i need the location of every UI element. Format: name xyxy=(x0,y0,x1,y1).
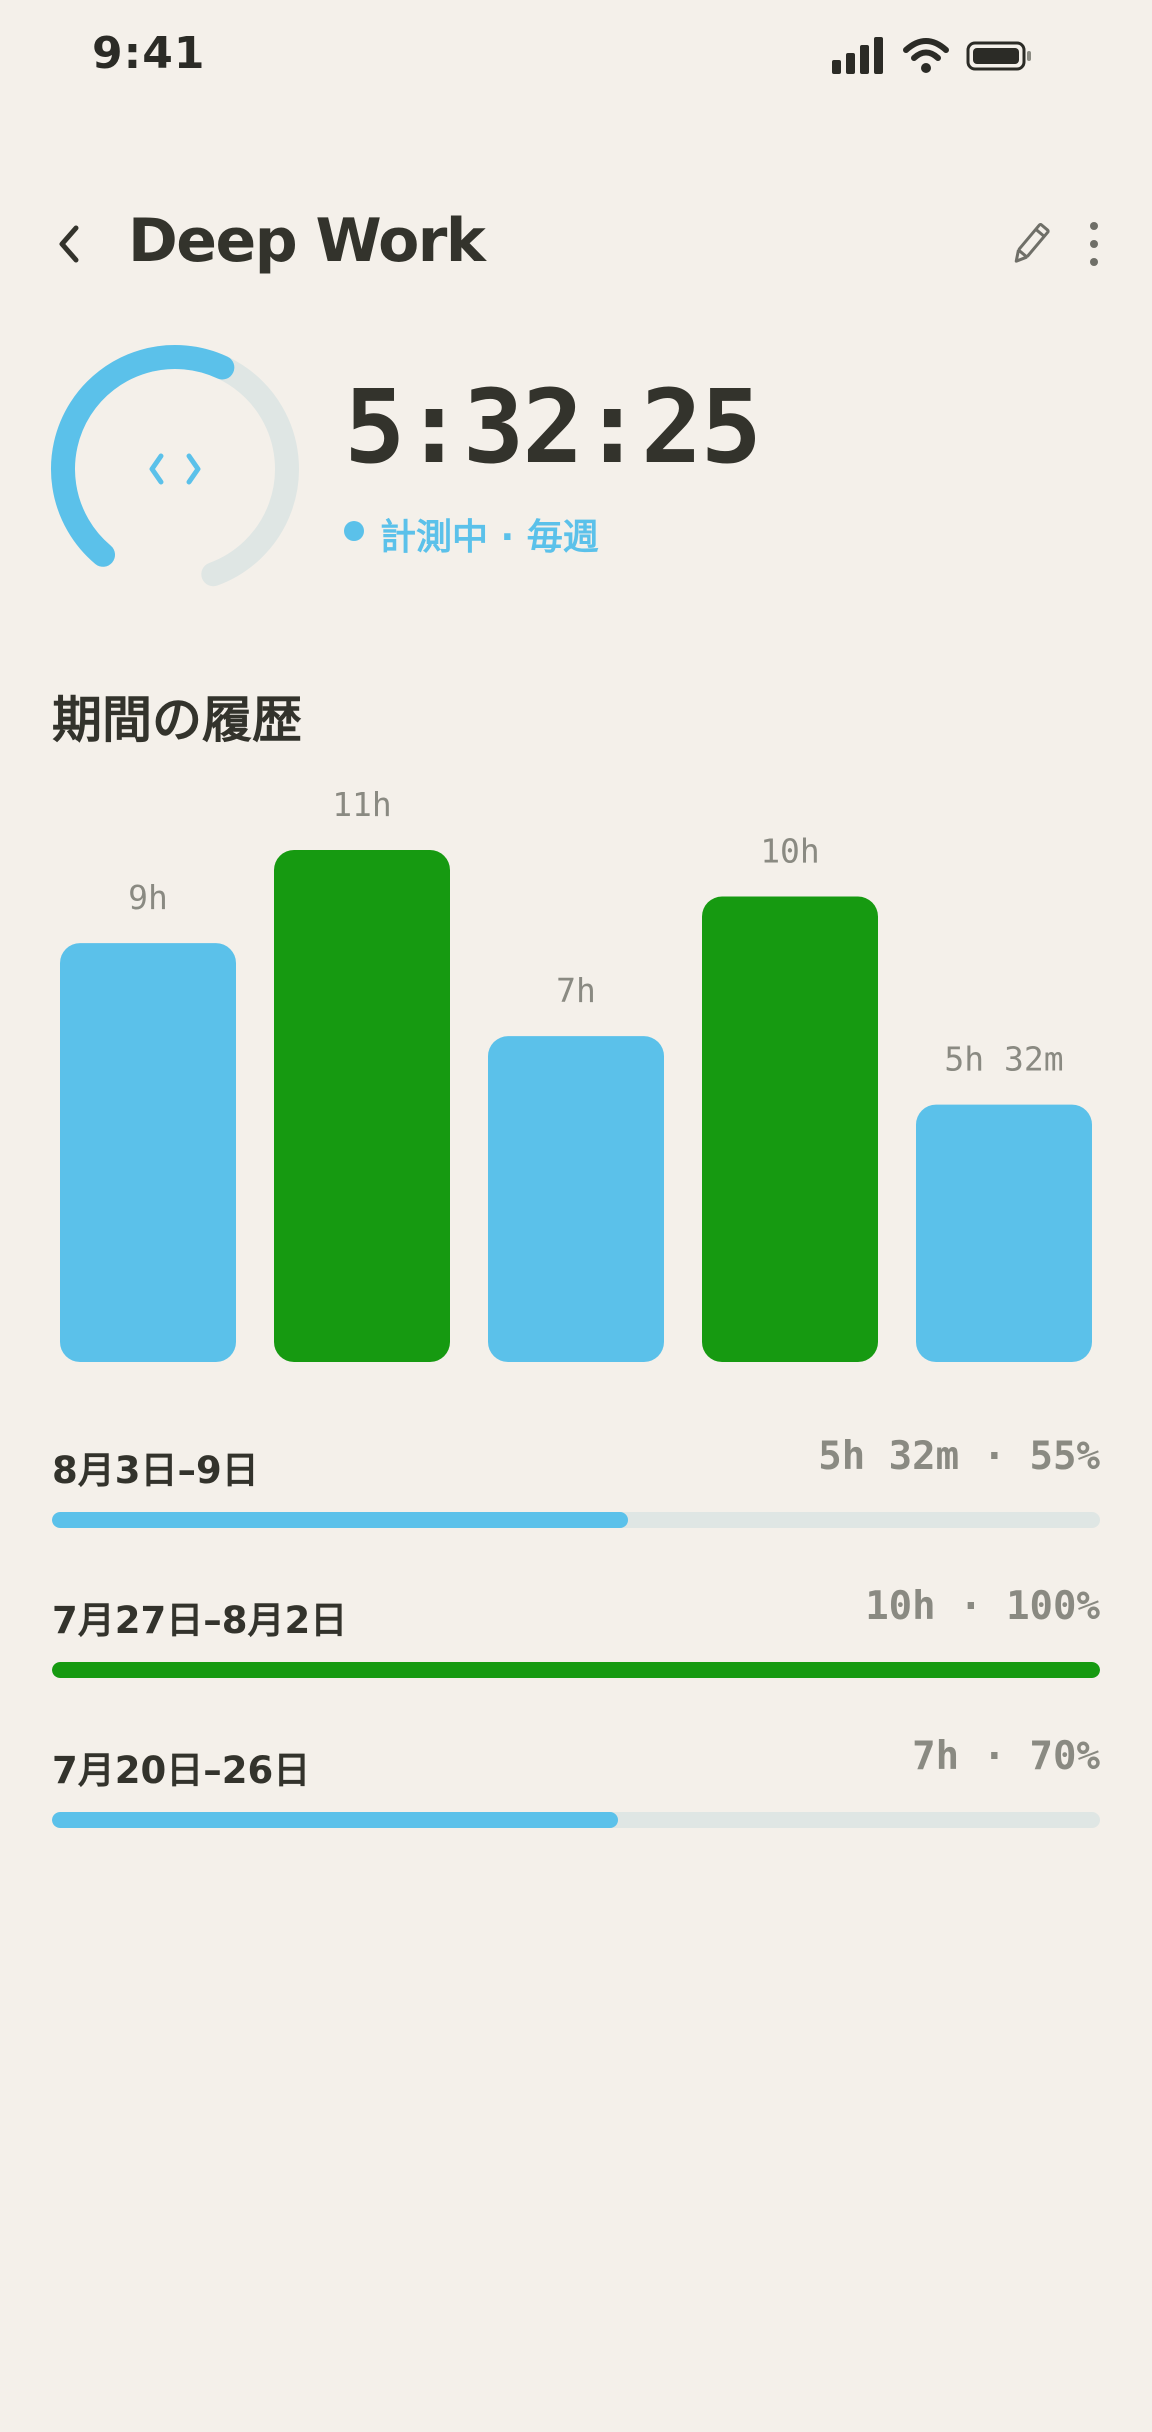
progress-ring-fill xyxy=(51,345,235,567)
more-button[interactable] xyxy=(1076,214,1112,274)
signal-icon xyxy=(832,37,883,74)
period-value: 7h · 70% xyxy=(912,1734,1100,1779)
bar-value-label: 5h 32m xyxy=(944,1040,1063,1079)
period-list: 8月3日–9日 5h 32m · 55% 7月27日–8月2日 10h · 10… xyxy=(52,1420,1100,1870)
battery-icon xyxy=(966,41,1031,71)
pencil-icon xyxy=(1014,223,1050,263)
period-value: 5h 32m · 55% xyxy=(818,1434,1100,1479)
bar-value-label: 7h xyxy=(556,971,596,1010)
bar-value-label: 11h xyxy=(332,785,392,824)
chart-bar[interactable] xyxy=(60,943,236,1362)
timer-status: 計測中 · 毎週 xyxy=(344,508,599,558)
period-progress-track xyxy=(52,1662,1100,1678)
timer-section: 5:32:25 計測中 · 毎週 xyxy=(0,330,1152,590)
edit-button[interactable] xyxy=(1006,216,1054,272)
period-row[interactable]: 7月27日–8月2日 10h · 100% xyxy=(52,1570,1100,1720)
period-label: 7月27日–8月2日 xyxy=(52,1599,348,1642)
period-progress-track xyxy=(52,1512,1100,1528)
progress-ring xyxy=(51,345,299,587)
app-header: Deep Work xyxy=(0,190,1152,300)
timer-status-text: 計測中 · 毎週 xyxy=(380,517,599,558)
recording-dot xyxy=(344,521,364,541)
chart-bar[interactable] xyxy=(488,1036,664,1362)
bar-value-label: 10h xyxy=(760,832,820,871)
history-chart: 9h 11h 7h 10h 5h 32m xyxy=(60,785,1092,1362)
period-value: 10h · 100% xyxy=(865,1584,1100,1629)
status-time: 9:41 xyxy=(92,28,206,79)
period-row[interactable]: 7月20日–26日 7h · 70% xyxy=(52,1720,1100,1870)
period-row[interactable]: 8月3日–9日 5h 32m · 55% xyxy=(52,1420,1100,1570)
chart-bar[interactable] xyxy=(916,1104,1092,1362)
history-title: 期間の履歴 xyxy=(52,691,302,749)
period-progress-fill xyxy=(52,1512,629,1528)
period-progress-track xyxy=(52,1812,1100,1828)
elapsed-time: 5:32:25 xyxy=(344,368,762,487)
page-title: Deep Work xyxy=(128,206,486,276)
status-bar: 9:41 xyxy=(0,0,1152,120)
period-progress-fill xyxy=(52,1812,618,1828)
chart-bar[interactable] xyxy=(702,896,878,1362)
back-button[interactable] xyxy=(46,214,96,274)
bar-value-label: 9h xyxy=(128,878,168,917)
period-progress-fill xyxy=(52,1662,1100,1678)
chart-bar[interactable] xyxy=(274,850,450,1362)
more-vertical-icon xyxy=(1090,222,1098,266)
code-icon xyxy=(149,453,201,485)
chevron-left-icon xyxy=(59,225,79,263)
wifi-icon xyxy=(903,38,949,73)
period-label: 8月3日–9日 xyxy=(52,1449,259,1492)
period-label: 7月20日–26日 xyxy=(52,1749,311,1792)
